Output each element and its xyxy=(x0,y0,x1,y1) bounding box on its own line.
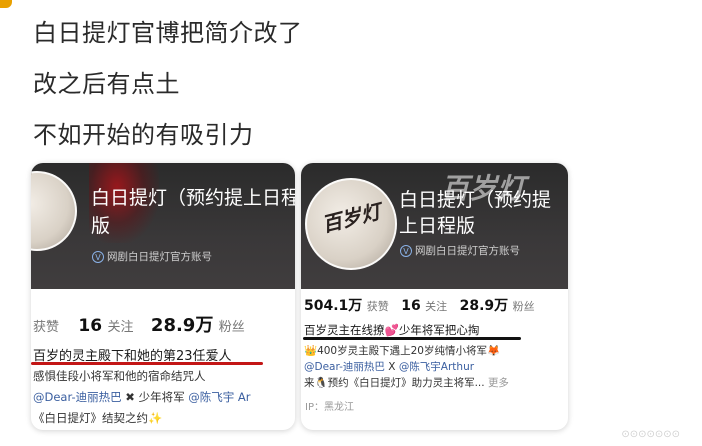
stats-row: 获赞 16 关注 28.9万 粉丝 xyxy=(33,311,245,337)
verification-row: V 网剧白日提灯官方账号 xyxy=(92,249,212,264)
watermark: ⊙⊙⊙⊙⊙⊙⊙ xyxy=(621,429,680,440)
likes-count[interactable]: 504.1万 xyxy=(304,298,362,314)
fans-label[interactable]: 粉丝 xyxy=(513,300,535,313)
x-separator: ✖ xyxy=(125,390,135,404)
follow-label[interactable]: 关注 xyxy=(108,320,134,335)
bio-text: 百岁灵主在线撩💕少年将军把心掏 xyxy=(304,323,480,337)
more-link[interactable]: 更多 xyxy=(488,377,509,389)
avatar-calligraphy: 百岁灯 xyxy=(319,199,384,237)
verification-text: 网剧白日提灯官方账号 xyxy=(415,245,520,257)
ip-location: IP：黑龙江 xyxy=(305,402,354,413)
bio-underline-black xyxy=(303,337,521,340)
verification-row: V 网剧白日提灯官方账号 xyxy=(400,243,520,258)
post-text-line-2: 改之后有点土 xyxy=(33,70,180,98)
mention-link-1[interactable]: @Dear-迪丽热巴 xyxy=(304,361,385,373)
corner-badge xyxy=(0,0,12,8)
mention-link-1[interactable]: @Dear-迪丽热巴 xyxy=(33,390,122,404)
likes-label[interactable]: 获赞 xyxy=(367,300,389,313)
bio-sub-line-1: 👑400岁灵主殿下遇上20岁纯情小将军🦊 xyxy=(304,345,501,357)
profile-screenshot-left[interactable]: 白日提灯（预约提上日程版 版 V网剧白日提灯官方账号 获赞 16 关注 28.9… xyxy=(31,163,295,430)
bio-sub-line-2: @Dear-迪丽热巴 X @陈飞宇Arthur xyxy=(304,359,474,374)
profile-screenshot-right[interactable]: 百岁灯 百岁灯 白日提灯（预约提 上日程版 V 网剧白日提灯官方账号 504.1万… xyxy=(301,163,568,430)
follow-count[interactable]: 16 xyxy=(78,316,102,336)
follow-label[interactable]: 关注 xyxy=(425,300,447,313)
follow-count[interactable]: 16 xyxy=(401,298,420,314)
verification-text: 网剧白日提灯官方账号 xyxy=(107,251,212,263)
bio-sub-line-3: 《白日提灯》结契之约✨ xyxy=(33,411,163,425)
verified-icon: V xyxy=(92,251,104,263)
x-separator: X xyxy=(388,361,396,373)
mention-link-2[interactable]: @陈飞宇 Ar xyxy=(188,390,250,404)
bio-sub-line-3: 来🐧预约《白日提灯》助力灵主将军... 更多 xyxy=(304,375,509,390)
bio-sub-line-3-text: 来🐧预约《白日提灯》助力灵主将军... xyxy=(304,377,485,389)
profile-header-banner: 百岁灯 百岁灯 白日提灯（预约提 上日程版 V 网剧白日提灯官方账号 xyxy=(301,163,568,289)
account-name: 白日提灯（预约提 xyxy=(399,189,552,211)
avatar[interactable]: 百岁灯 xyxy=(305,178,397,270)
profile-header-banner: 白日提灯（预约提上日程版 版 V网剧白日提灯官方账号 xyxy=(31,163,295,289)
post-text-line-3: 不如开始的有吸引力 xyxy=(33,121,254,149)
likes-label: 获赞 xyxy=(33,320,60,335)
fans-count[interactable]: 28.9万 xyxy=(460,298,509,314)
account-name-line-2: 版 xyxy=(91,215,111,237)
post-text-line-1: 白日提灯官博把简介改了 xyxy=(33,19,303,47)
mention-link-2[interactable]: @陈飞宇Arthur xyxy=(399,361,474,373)
bio-sub-line-1: 感惧佳段小将军和他的宿命结咒人 xyxy=(33,369,206,383)
fans-label[interactable]: 粉丝 xyxy=(219,320,245,335)
bio-sub-line-2: @Dear-迪丽热巴 ✖ 少年将军 @陈飞宇 Ar xyxy=(33,389,251,405)
account-name-line-2: 上日程版 xyxy=(399,215,476,237)
fans-count[interactable]: 28.9万 xyxy=(151,315,213,336)
account-name: 白日提灯（预约提上日程版 xyxy=(91,187,295,209)
mention-role: 少年将军 xyxy=(138,390,185,404)
bio-underline-red xyxy=(31,362,263,365)
verified-icon: V xyxy=(400,245,412,257)
avatar[interactable] xyxy=(31,171,77,251)
stats-row: 504.1万 获赞 16 关注 28.9万 粉丝 xyxy=(304,295,535,315)
